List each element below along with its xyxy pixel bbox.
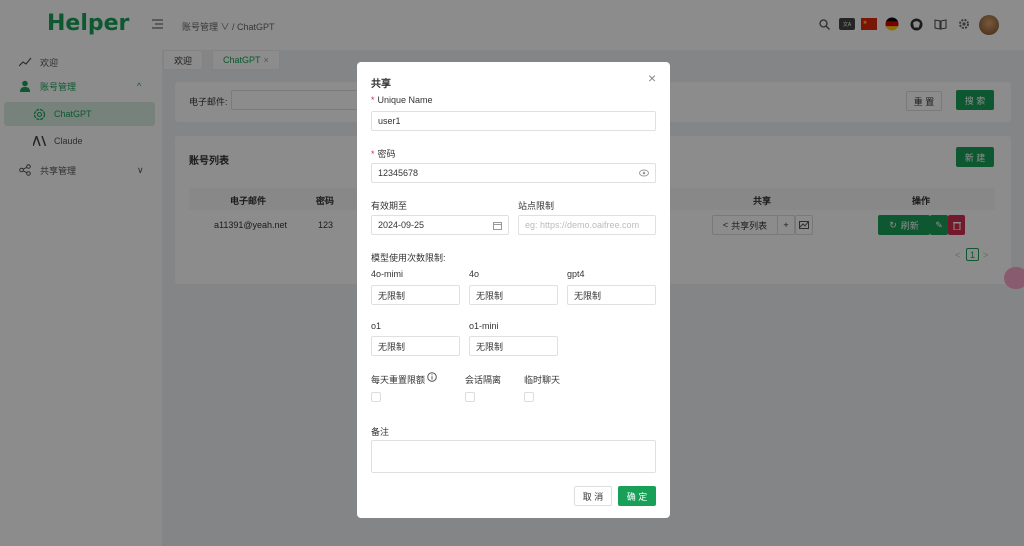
share-modal: 共享 × * Unique Name user1 * 密码 12345678 有效期… xyxy=(357,62,670,518)
model-label-o1: o1 xyxy=(371,321,382,331)
modal-title: 共享 xyxy=(371,79,391,90)
note-label: 备注 xyxy=(371,427,390,437)
close-icon[interactable]: × xyxy=(648,70,656,86)
usage-limit-label: 模型使用次数限制: xyxy=(371,253,446,263)
expiry-date-input[interactable]: 2024-09-25 xyxy=(371,215,509,235)
site-limit-label: 站点限制 xyxy=(518,201,555,211)
model-label-o1-mini: o1-mini xyxy=(469,321,499,331)
calendar-icon[interactable] xyxy=(493,221,502,232)
site-limit-input[interactable]: eg: https://demo.oaifree.com xyxy=(518,215,656,235)
unique-name-label-text: Unique Name xyxy=(377,95,433,105)
model-limit-o1-mini[interactable]: 无限制 xyxy=(469,336,558,356)
model-limit-4o[interactable]: 无限制 xyxy=(469,285,558,305)
password-input[interactable]: 12345678 xyxy=(371,163,656,183)
session-isolation-label: 会话隔离 xyxy=(465,375,502,385)
unique-name-label: * Unique Name xyxy=(371,95,433,105)
password-label-text: 密码 xyxy=(377,149,396,159)
model-label-gpt4: gpt4 xyxy=(567,269,585,279)
model-label-4o: 4o xyxy=(469,269,480,279)
password-label: * 密码 xyxy=(371,147,396,160)
expiry-value: 2024-09-25 xyxy=(378,220,425,230)
password-value: 12345678 xyxy=(378,168,419,178)
required-mark: * xyxy=(371,95,375,105)
model-limit-gpt4[interactable]: 无限制 xyxy=(567,285,656,305)
required-mark: * xyxy=(371,149,375,159)
confirm-button[interactable]: 确 定 xyxy=(618,486,656,506)
temp-chat-label: 临时聊天 xyxy=(524,375,561,385)
temp-chat-checkbox[interactable] xyxy=(524,392,534,402)
expiry-label: 有效期至 xyxy=(371,201,408,211)
eye-icon[interactable] xyxy=(639,169,649,179)
unique-name-input[interactable]: user1 xyxy=(371,111,656,131)
model-limit-o1[interactable]: 无限制 xyxy=(371,336,460,356)
info-icon[interactable] xyxy=(427,372,437,384)
daily-reset-checkbox[interactable] xyxy=(371,392,381,402)
model-limit-4o-mimi[interactable]: 无限制 xyxy=(371,285,460,305)
daily-reset-label: 每天重置限额 xyxy=(371,375,426,385)
note-textarea[interactable] xyxy=(371,440,656,473)
cancel-button[interactable]: 取 消 xyxy=(574,486,612,506)
session-isolation-checkbox[interactable] xyxy=(465,392,475,402)
model-label-4o-mimi: 4o-mimi xyxy=(371,269,404,279)
